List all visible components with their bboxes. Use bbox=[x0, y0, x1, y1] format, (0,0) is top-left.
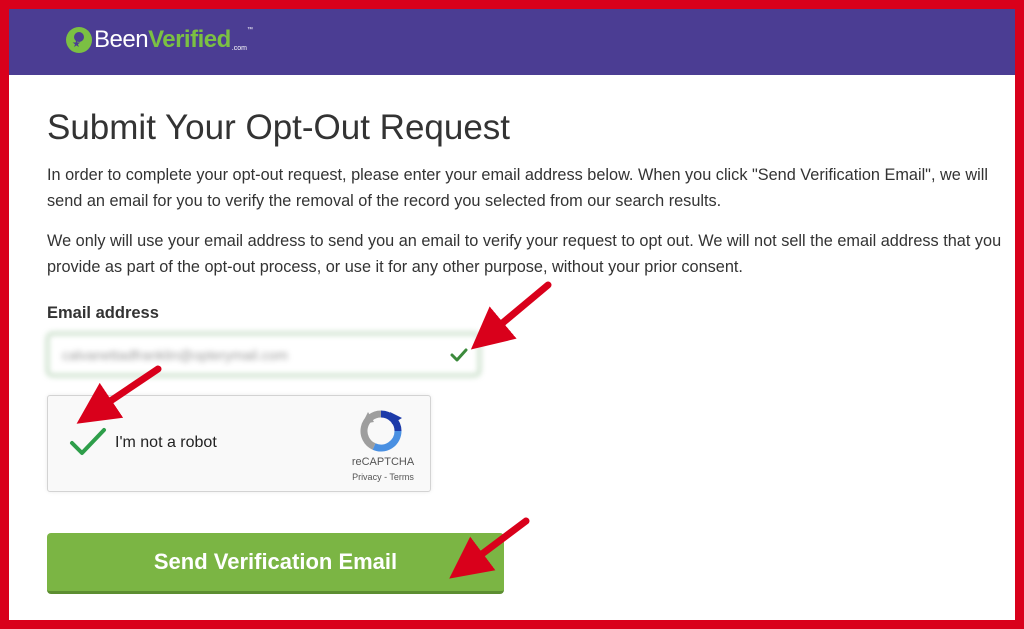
site-header: ★ Been Verified .com ™ bbox=[9, 9, 1015, 75]
checkmark-icon bbox=[450, 348, 468, 362]
logo-text-com: .com bbox=[231, 44, 247, 52]
captcha-label: I'm not a robot bbox=[115, 434, 217, 451]
captcha-terms-link[interactable]: Terms bbox=[389, 472, 414, 482]
email-field[interactable] bbox=[47, 333, 480, 376]
red-arrow-icon bbox=[470, 281, 552, 350]
captcha-brand: reCAPTCHA bbox=[351, 456, 415, 468]
captcha-links: Privacy - Terms bbox=[338, 472, 428, 482]
beenverified-logo[interactable]: ★ Been Verified .com ™ bbox=[66, 23, 253, 57]
email-label: Email address bbox=[47, 304, 159, 322]
send-verification-email-button[interactable]: Send Verification Email bbox=[47, 533, 504, 594]
logo-text-been: Been bbox=[94, 26, 149, 53]
logo-text-verified: Verified bbox=[148, 26, 231, 53]
person-logo-icon: ★ bbox=[66, 27, 92, 53]
logo-trademark: ™ bbox=[246, 27, 253, 33]
privacy-paragraph: We only will use your email address to s… bbox=[47, 232, 1002, 276]
recaptcha-logo-icon bbox=[360, 410, 402, 452]
recaptcha-widget: I'm not a robot reCAPTCHA Privacy - Term… bbox=[47, 395, 431, 492]
captcha-privacy-link[interactable]: Privacy bbox=[352, 472, 382, 482]
page-title: Submit Your Opt-Out Request bbox=[47, 108, 511, 147]
captcha-checkbox-checked-icon[interactable] bbox=[68, 426, 108, 458]
intro-paragraph: In order to complete your opt-out reques… bbox=[47, 166, 988, 210]
